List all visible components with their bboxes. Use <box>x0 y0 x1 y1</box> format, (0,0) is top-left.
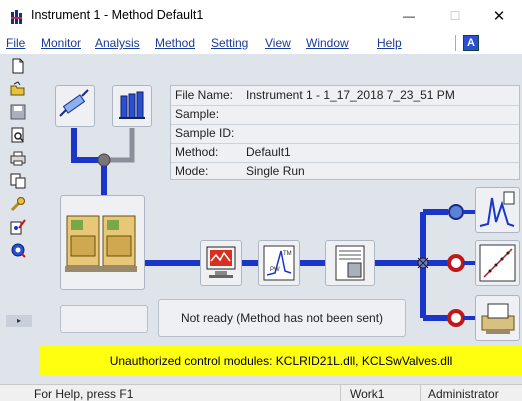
info-label: Method: <box>175 145 219 159</box>
run-info-panel: File Name: Instrument 1 - 1_17_2018 7_23… <box>170 85 520 180</box>
open-folder-icon[interactable] <box>10 81 26 97</box>
info-value: Instrument 1 - 1_17_2018 7_23_51 PM <box>246 88 455 102</box>
status-divider <box>420 385 421 401</box>
info-value: Single Run <box>246 164 305 178</box>
status-message: Not ready (Method has not been sent) <box>158 299 406 337</box>
pump-module[interactable] <box>60 195 145 290</box>
info-label: File Name: <box>175 88 234 102</box>
info-row-file-name: File Name: Instrument 1 - 1_17_2018 7_23… <box>171 86 519 106</box>
status-indicator <box>60 305 148 333</box>
detector-module[interactable] <box>200 240 242 286</box>
valve-b[interactable] <box>112 85 152 127</box>
info-row-sample: Sample: <box>171 105 519 125</box>
method-wizard-icon[interactable] <box>10 219 26 235</box>
monitor-detector-icon <box>206 246 236 278</box>
warning-banner: Unauthorized control modules: KCLRID21L.… <box>40 346 522 376</box>
output-chromatogram[interactable] <box>475 187 520 233</box>
output-calibration[interactable] <box>475 240 520 286</box>
syringe-valve-icon <box>59 89 89 117</box>
settings-icon[interactable] <box>10 242 26 258</box>
new-file-icon[interactable] <box>10 58 26 74</box>
chromatogram-icon <box>479 191 515 227</box>
info-row-sample-id: Sample ID: <box>171 124 519 144</box>
info-value: Default1 <box>246 145 291 159</box>
report-module[interactable] <box>325 240 375 286</box>
pump-icon <box>65 215 137 272</box>
report-sheet-icon <box>335 245 365 281</box>
print-preview-icon[interactable] <box>10 127 26 143</box>
status-bar: For Help, press F1 Work1 Administrator <box>0 384 522 401</box>
integrator-module[interactable]: TM PW <box>258 240 300 286</box>
copy-icon[interactable] <box>10 173 26 189</box>
info-label: Sample ID: <box>175 126 235 140</box>
column-rack-icon <box>119 91 145 119</box>
peak-integration-icon: TM PW <box>263 245 295 281</box>
svg-text:PW: PW <box>270 267 280 273</box>
info-row-method: Method: Default1 <box>171 143 519 163</box>
output-printer[interactable] <box>475 295 520 341</box>
status-user: Administrator <box>428 387 499 401</box>
wrench-icon[interactable] <box>10 196 26 212</box>
status-divider <box>340 385 341 401</box>
status-help-text: For Help, press F1 <box>34 387 134 401</box>
toolbar-collapse-button[interactable]: ▸ <box>6 315 32 327</box>
calibration-curve-icon <box>479 244 516 282</box>
save-icon[interactable] <box>10 104 26 120</box>
status-workspace: Work1 <box>350 387 385 401</box>
svg-text:TM: TM <box>283 251 292 257</box>
left-toolbar: ▸ <box>0 54 40 327</box>
info-label: Sample: <box>175 107 220 121</box>
info-label: Mode: <box>175 164 209 178</box>
valve-a[interactable] <box>55 85 95 127</box>
info-row-mode: Mode: Single Run <box>171 162 519 181</box>
printer-output-icon <box>481 303 515 334</box>
print-icon[interactable] <box>10 150 26 166</box>
